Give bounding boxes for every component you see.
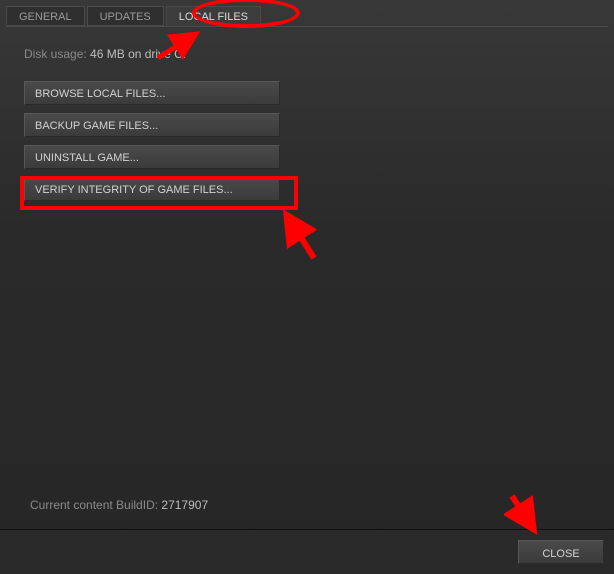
verify-integrity-button[interactable]: VERIFY INTEGRITY OF GAME FILES...	[24, 177, 280, 201]
tab-general[interactable]: GENERAL	[6, 6, 85, 26]
build-id-label-text: Current content BuildID:	[30, 498, 158, 512]
disk-usage-value: 46 MB on drive C:	[90, 47, 186, 61]
backup-game-files-button[interactable]: BACKUP GAME FILES...	[24, 113, 280, 137]
close-button[interactable]: CLOSE	[518, 540, 604, 564]
tab-local-files[interactable]: LOCAL FILES	[166, 6, 261, 26]
tab-content: Disk usage: 46 MB on drive C: BROWSE LOC…	[0, 27, 614, 201]
build-id-value: 2717907	[161, 498, 208, 512]
disk-usage-label: Disk usage: 46 MB on drive C:	[24, 47, 590, 61]
annotation-arrow-verify	[278, 206, 322, 264]
build-id-label: Current content BuildID: 2717907	[30, 498, 208, 512]
footer-bar: CLOSE	[0, 529, 614, 574]
properties-window: GENERAL UPDATES LOCAL FILES Disk usage: …	[0, 0, 614, 574]
tab-bar: GENERAL UPDATES LOCAL FILES	[0, 0, 614, 26]
browse-local-files-button[interactable]: BROWSE LOCAL FILES...	[24, 81, 280, 105]
tab-updates[interactable]: UPDATES	[87, 6, 164, 26]
uninstall-game-button[interactable]: UNINSTALL GAME...	[24, 145, 280, 169]
disk-usage-label-text: Disk usage:	[24, 47, 87, 61]
